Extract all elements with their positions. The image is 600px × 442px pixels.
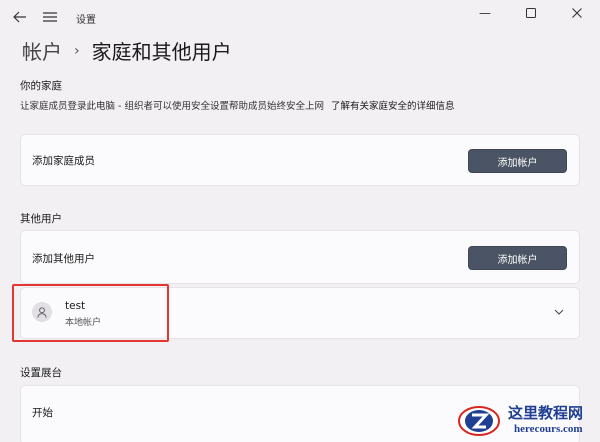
maximize-button[interactable] [508,0,554,26]
watermark-logo [456,402,502,440]
family-description-text: 让家庭成员登录此电脑 - 组织者可以使用安全设置帮助成员始终安全上网 [20,101,324,112]
title-bar: 设置 — [0,0,600,34]
add-family-member-label: 添加家庭成员 [32,155,95,167]
other-users-section-title: 其他用户 [20,213,62,225]
app-title: 设置 [76,15,96,26]
hamburger-menu-icon[interactable] [40,7,60,27]
add-other-user-label: 添加其他用户 [32,253,95,265]
family-section-title: 你的家庭 [20,80,62,92]
chevron-right-icon: › [74,42,80,59]
watermark-url: herecours.com [514,423,583,435]
chevron-down-icon[interactable] [551,304,567,320]
kiosk-section-title: 设置展台 [20,367,62,379]
family-description: 让家庭成员登录此电脑 - 组织者可以使用安全设置帮助成员始终安全上网 了解有关家… [20,98,455,112]
add-family-account-button[interactable]: 添加帐户 [468,149,567,173]
breadcrumb-parent[interactable]: 帐户 [22,36,62,65]
family-safety-link[interactable]: 了解有关家庭安全的详细信息 [331,101,455,112]
add-other-user-card: 添加其他用户 添加帐户 [20,230,580,284]
highlight-box [12,284,169,342]
window-controls: — [462,0,600,26]
page-title: 家庭和其他用户 [91,40,232,64]
close-button[interactable] [554,0,600,26]
back-arrow-icon[interactable] [10,7,30,27]
breadcrumb: 帐户 › 家庭和其他用户 [22,36,232,65]
add-other-account-button[interactable]: 添加帐户 [468,246,567,270]
watermark: 这里教程网 herecours.com [452,400,600,442]
minimize-button[interactable]: — [462,0,508,26]
add-family-member-card: 添加家庭成员 添加帐户 [20,134,580,186]
watermark-name: 这里教程网 [508,404,584,422]
kiosk-start-label: 开始 [32,407,53,419]
